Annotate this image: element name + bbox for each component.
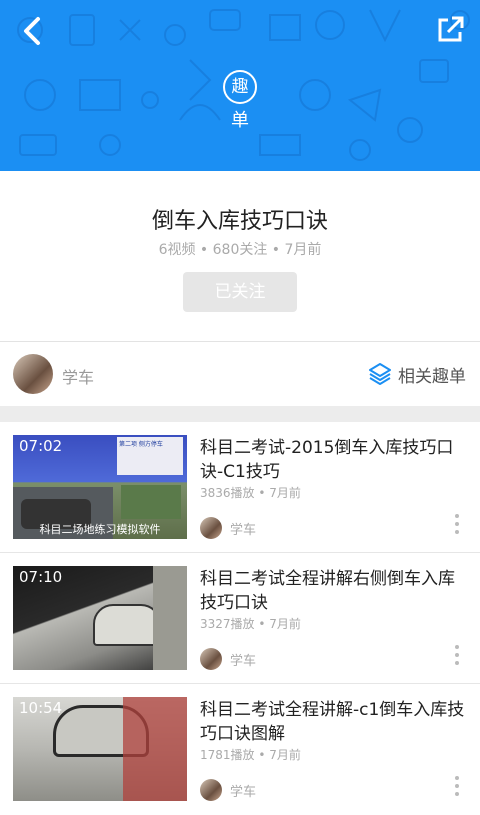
video-item[interactable]: 10:54 科目二考试全程讲解-c1倒车入库技巧口诀图解 1781播放 • 7月… <box>0 684 480 815</box>
layers-icon <box>369 363 391 385</box>
more-options-button[interactable] <box>454 645 460 669</box>
duration-badge: 10:54 <box>19 699 63 717</box>
collection-meta: 6视频 • 680关注 • 7月前 <box>158 242 322 258</box>
more-vert-icon <box>455 645 459 649</box>
share-icon <box>438 16 464 42</box>
video-author[interactable]: 学车 <box>200 517 256 539</box>
avatar <box>200 648 222 670</box>
video-author-name: 学车 <box>230 653 257 669</box>
duration-badge: 07:10 <box>19 568 63 586</box>
video-meta: 3327播放 • 7月前 <box>200 617 301 631</box>
collection-info: 倒车入库技巧口诀 6视频 • 680关注 • 7月前 已关注 <box>0 171 480 341</box>
video-author-name: 学车 <box>230 522 257 538</box>
video-item[interactable]: 第二项 侧方停车 科目二场地练习模拟软件 07:02 科目二考试-2015倒车入… <box>0 422 480 553</box>
logo-badge: 趣 <box>223 70 257 104</box>
logo-label: 单 <box>231 110 249 131</box>
video-author[interactable]: 学车 <box>200 648 256 670</box>
video-title[interactable]: 科目二考试全程讲解-c1倒车入库技巧口诀图解 <box>200 698 468 746</box>
more-options-button[interactable] <box>454 776 460 800</box>
video-thumbnail[interactable]: 10:54 <box>13 697 187 801</box>
related-collections-button[interactable]: 相关趣单 <box>368 362 466 387</box>
avatar <box>200 779 222 801</box>
video-meta: 1781播放 • 7月前 <box>200 748 301 762</box>
video-author[interactable]: 学车 <box>200 779 256 801</box>
video-thumbnail[interactable]: 07:10 <box>13 566 187 670</box>
header-banner: 趣 单 <box>0 0 480 171</box>
thumb-small-label: 第二项 侧方停车 <box>119 441 163 448</box>
video-title[interactable]: 科目二考试全程讲解右侧倒车入库技巧口诀 <box>200 567 468 615</box>
more-vert-icon <box>455 514 459 518</box>
follow-button[interactable]: 已关注 <box>183 272 297 312</box>
section-separator <box>0 406 480 422</box>
collection-title: 倒车入库技巧口诀 <box>151 209 328 234</box>
video-thumbnail[interactable]: 第二项 侧方停车 科目二场地练习模拟软件 07:02 <box>13 435 187 539</box>
share-button[interactable] <box>434 14 466 46</box>
more-vert-icon <box>455 776 459 780</box>
avatar[interactable] <box>13 354 53 394</box>
duration-badge: 07:02 <box>19 437 63 455</box>
video-title[interactable]: 科目二考试-2015倒车入库技巧口诀-C1技巧 <box>200 436 468 484</box>
related-label: 相关趣单 <box>398 366 466 387</box>
author-name[interactable]: 学车 <box>62 364 94 388</box>
video-item[interactable]: 07:10 科目二考试全程讲解右侧倒车入库技巧口诀 3327播放 • 7月前 学… <box>0 553 480 684</box>
more-options-button[interactable] <box>454 514 460 538</box>
avatar <box>200 517 222 539</box>
thumb-caption: 科目二场地练习模拟软件 <box>39 523 161 536</box>
author-row[interactable]: 学车 相关趣单 <box>0 342 480 406</box>
back-button[interactable] <box>18 14 50 50</box>
video-meta: 3836播放 • 7月前 <box>200 486 301 500</box>
back-arrow-icon <box>24 17 40 45</box>
video-author-name: 学车 <box>230 784 257 800</box>
